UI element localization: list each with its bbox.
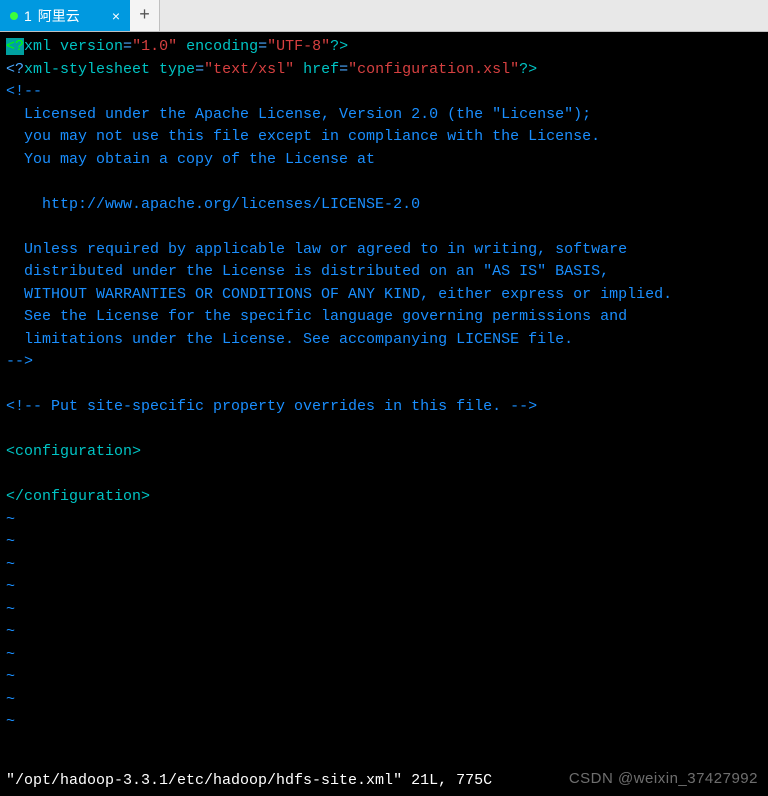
empty-line-tilde: ~ [6,554,762,577]
empty-line-tilde: ~ [6,621,762,644]
comment-close: --> [6,351,762,374]
xml-pi-open: <? [6,61,24,78]
code-line: <?xml-stylesheet type="text/xsl" href="c… [6,59,762,82]
comment-line: You may obtain a copy of the License at [6,149,762,172]
empty-line-tilde: ~ [6,689,762,712]
empty-line-tilde: ~ [6,509,762,532]
tab-bar: 1 阿里云 × + [0,0,768,32]
xml-pi-open: <? [6,38,24,55]
comment-line: WITHOUT WARRANTIES OR CONDITIONS OF ANY … [6,284,762,307]
comment-line: Licensed under the Apache License, Versi… [6,104,762,127]
tag-close: </configuration> [6,486,762,509]
comment-line: See the License for the specific languag… [6,306,762,329]
watermark: CSDN @weixin_37427992 [569,768,758,791]
empty-line-tilde: ~ [6,711,762,734]
blank-line [6,464,762,487]
empty-line-tilde: ~ [6,644,762,667]
blank-line [6,419,762,442]
comment-open: <!-- [6,81,762,104]
terminal-editor[interactable]: <?xml version="1.0" encoding="UTF-8"?> <… [0,32,768,796]
tab-index: 1 [24,8,32,24]
comment-line: limitations under the License. See accom… [6,329,762,352]
empty-line-tilde: ~ [6,576,762,599]
empty-line-tilde: ~ [6,599,762,622]
status-dot-icon [10,12,18,20]
comment-line: <!-- Put site-specific property override… [6,396,762,419]
empty-line-tilde: ~ [6,531,762,554]
plus-icon: + [139,6,150,26]
tab-active[interactable]: 1 阿里云 × [0,0,130,31]
comment-line: http://www.apache.org/licenses/LICENSE-2… [6,194,762,217]
comment-line: Unless required by applicable law or agr… [6,239,762,262]
comment-line: distributed under the License is distrib… [6,261,762,284]
new-tab-button[interactable]: + [130,0,160,31]
comment-line [6,171,762,194]
close-icon[interactable]: × [110,8,122,24]
code-line: <?xml version="1.0" encoding="UTF-8"?> [6,36,762,59]
tag-open: <configuration> [6,441,762,464]
empty-line-tilde: ~ [6,666,762,689]
blank-line [6,374,762,397]
comment-line [6,216,762,239]
tab-title: 阿里云 [38,6,80,26]
comment-line: you may not use this file except in comp… [6,126,762,149]
